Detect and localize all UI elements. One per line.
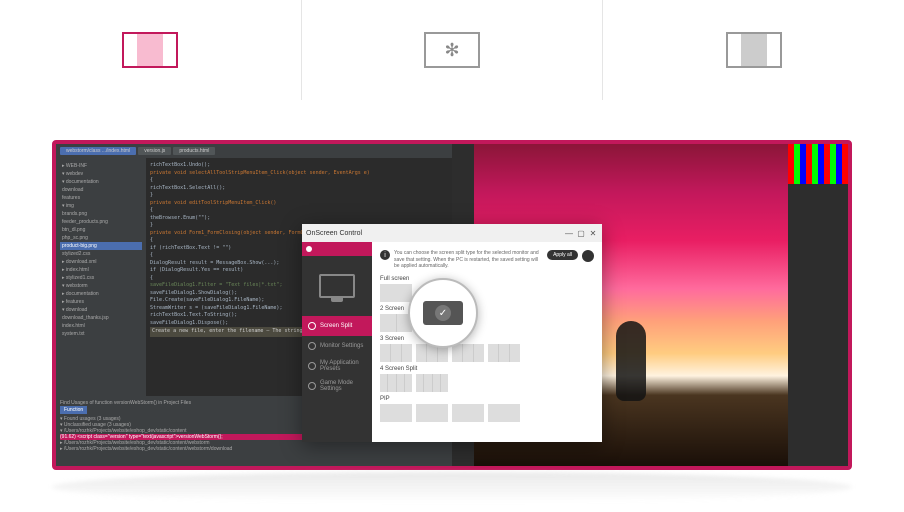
tree-item[interactable]: ▸ features [60, 298, 142, 306]
section-label: Full screen [380, 276, 594, 282]
tree-item[interactable]: ▸ download.xml [60, 258, 142, 266]
dialog-title: OnScreen Control [306, 230, 362, 237]
tree-item[interactable]: ▾ img [60, 202, 142, 210]
ide-tab[interactable]: products.html [173, 147, 215, 155]
minimize-icon[interactable]: — [564, 228, 574, 238]
layout-3screen-a[interactable] [380, 344, 412, 362]
tree-item[interactable]: btn_dl.png [60, 226, 142, 234]
layout-4screen-b[interactable] [416, 374, 448, 392]
tree-item[interactable]: ▾ download [60, 306, 142, 314]
apps-icon [308, 362, 316, 370]
panel-tab[interactable]: Function [60, 406, 87, 414]
gear-icon [308, 342, 316, 350]
split-screen-icon [122, 32, 178, 68]
maximize-icon[interactable]: ▢ [576, 228, 586, 238]
osc-sidebar: Screen Split Monitor Settings My Applica… [302, 242, 372, 442]
top-tabs: ✻ [0, 0, 904, 100]
tree-item[interactable]: ▾ documentation [60, 178, 142, 186]
tree-item[interactable]: ▾ webdev [60, 170, 142, 178]
tree-item[interactable]: ▸ stylized1.css [60, 274, 142, 282]
tree-item[interactable]: system.txt [60, 330, 142, 338]
section-label: 4 Screen Split [380, 366, 594, 372]
tree-item[interactable]: stylized2.css [60, 250, 142, 258]
layout-3screen-c[interactable] [452, 344, 484, 362]
monitor-reflection [52, 472, 852, 502]
tree-item[interactable]: ▸ index.html [60, 266, 142, 274]
layout-pip-a[interactable] [380, 404, 412, 422]
dialog-titlebar[interactable]: OnScreen Control — ▢ ✕ [302, 224, 602, 242]
ide-tab-active[interactable]: webstorm/class .../index.html [60, 147, 136, 155]
magnifier-circle: ✓ [408, 278, 478, 348]
tree-item[interactable]: ▾ webstorm [60, 282, 142, 290]
info-text: You can choose the screen split type for… [394, 250, 543, 270]
layout-4screen-a[interactable] [380, 374, 412, 392]
split-screen-icon-gray [726, 32, 782, 68]
layout-fullscreen[interactable] [380, 284, 412, 302]
grid-icon [308, 322, 316, 330]
layout-3screen-d[interactable] [488, 344, 520, 362]
tree-item[interactable]: download [60, 186, 142, 194]
menu-game-mode[interactable]: Game Mode Settings [302, 376, 372, 396]
tree-item[interactable]: download_thanks.jsp [60, 314, 142, 322]
menu-app-presets[interactable]: My Application Presets [302, 356, 372, 376]
ide-tab[interactable]: version.js [138, 147, 171, 155]
tree-item[interactable]: feeder_products.png [60, 218, 142, 226]
tab-split-gray[interactable] [603, 0, 904, 100]
layout-pip-d[interactable] [488, 404, 520, 422]
checkmark-icon: ✓ [435, 305, 451, 321]
loading-icon: ✻ [424, 32, 480, 68]
ide-tabs: webstorm/class .../index.html version.js… [56, 144, 452, 158]
osc-main: i You can choose the screen split type f… [372, 242, 602, 442]
tree-item-selected[interactable]: product-big.png [60, 242, 142, 250]
monitor-preview: webstorm/class .../index.html version.js… [0, 100, 904, 512]
section-label: PIP [380, 396, 594, 402]
selected-layout-preview: ✓ [423, 301, 463, 325]
project-tree[interactable]: ▸ WEB-INF ▾ webdev ▾ documentation downl… [56, 158, 146, 396]
tree-item[interactable]: ▸ WEB-INF [60, 162, 142, 170]
tree-item[interactable]: features [60, 194, 142, 202]
apply-all-button[interactable]: Apply all [547, 250, 578, 260]
monitor-preview-icon [302, 256, 372, 316]
tree-item[interactable]: brands.png [60, 210, 142, 218]
game-icon [308, 382, 316, 390]
help-button[interactable] [582, 250, 594, 262]
monitor-icon [319, 274, 355, 298]
ps-panels[interactable] [788, 144, 848, 466]
osc-brand [302, 242, 372, 256]
close-icon[interactable]: ✕ [588, 228, 598, 238]
menu-monitor-settings[interactable]: Monitor Settings [302, 336, 372, 356]
layout-pip-b[interactable] [416, 404, 448, 422]
tree-item[interactable]: index.html [60, 322, 142, 330]
tree-item[interactable]: ▸ documentation [60, 290, 142, 298]
color-swatches[interactable] [788, 144, 848, 184]
tree-item[interactable]: php_sc.png [60, 234, 142, 242]
onscreen-control-dialog: OnScreen Control — ▢ ✕ Screen Split Moni… [302, 224, 602, 442]
ultrawide-monitor: webstorm/class .../index.html version.js… [52, 140, 852, 470]
tab-loading[interactable]: ✻ [302, 0, 604, 100]
info-icon: i [380, 250, 390, 260]
tab-split-pink[interactable] [0, 0, 302, 100]
layout-pip-c[interactable] [452, 404, 484, 422]
section-label: 3 Screen [380, 336, 594, 342]
menu-screen-split[interactable]: Screen Split [302, 316, 372, 336]
usage-result[interactable]: ▸ /Users/rozhk/Projects/website/eshop_de… [60, 446, 448, 452]
